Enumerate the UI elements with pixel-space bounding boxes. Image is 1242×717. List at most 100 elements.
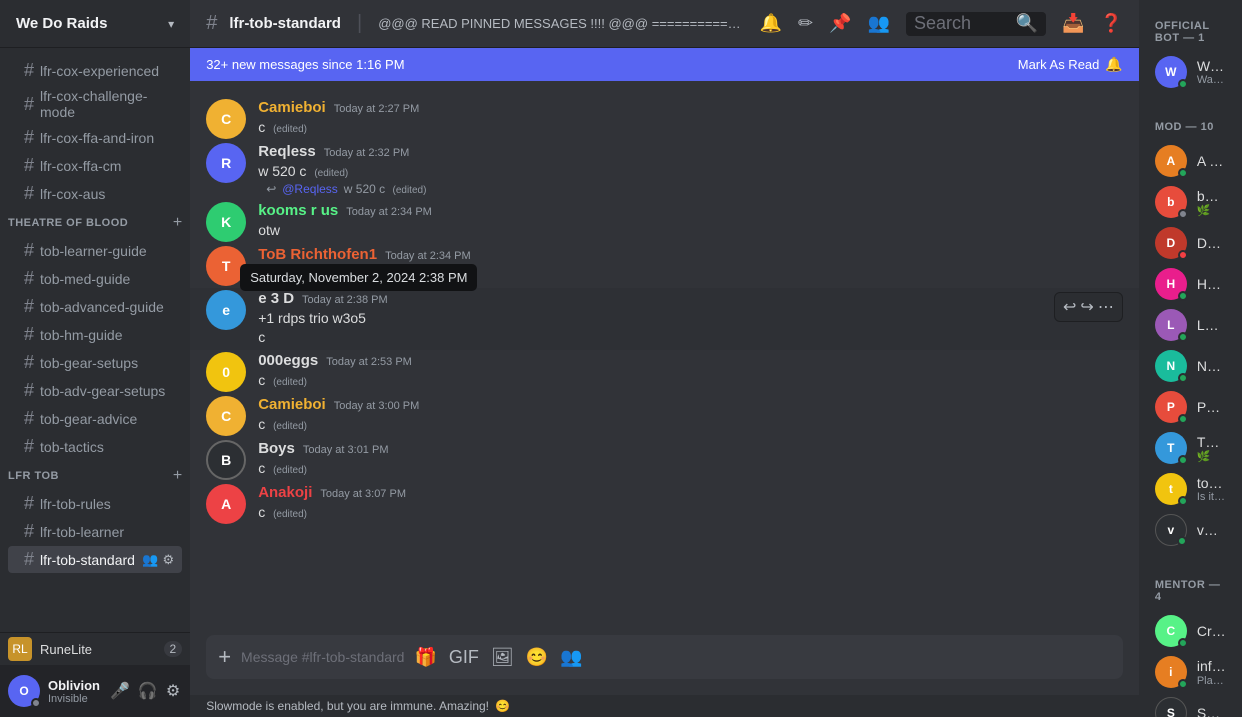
avatar: L [1155,309,1187,341]
add-attachment-button[interactable]: + [218,644,231,670]
pin-icon[interactable]: 📌 [829,13,851,34]
status-dot [1178,373,1188,383]
channel-tob-tactics[interactable]: # tob-tactics [8,433,182,460]
message-author[interactable]: Boys [258,440,295,457]
message-author[interactable]: Camieboi [258,99,326,116]
settings-gear-icon[interactable]: ⚙ [164,679,182,703]
more-action-icon[interactable]: ⋯ [1098,297,1114,317]
status-dot [1178,291,1188,301]
edit-icon[interactable]: ✏ [798,13,813,34]
member-neon-trek[interactable]: N Neon Trek [Mod/Ment... [1147,346,1234,386]
member-creeperbf[interactable]: C CreeperBF | A1rwolf [... [1147,611,1234,651]
member-name: A Hard Carry [Mod/T... [1197,153,1226,169]
message-author[interactable]: e 3 D [258,290,294,307]
member-pepsi-maxed[interactable]: P Pepsi Maxed [Mod/To... [1147,387,1234,427]
member-name: Pepsi Maxed [Mod/To... [1197,399,1226,415]
mark-read-button[interactable]: Mark As Read [1018,57,1100,72]
member-help-me-rng[interactable]: H Help Me RNG [Mod/... [1147,264,1234,304]
headphone-icon[interactable]: 🎧 [136,679,160,703]
gift-icon[interactable]: 🎁 [414,647,436,668]
message-timestamp: Today at 2:34 PM [385,250,471,262]
members-category-mentor: MENTOR — 4 [1147,575,1234,607]
status-dot [1178,332,1188,342]
help-icon[interactable]: ❓ [1100,13,1122,34]
message-author[interactable]: Anakoji [258,484,312,501]
member-name: Snake IX [CoX Ment... [1197,705,1226,717]
server-header[interactable]: We Do Raids ▾ [0,0,190,48]
settings-icon[interactable]: ⚙ [163,552,175,568]
member-inferno-kc[interactable]: i inferno kc [CoX Ment... Playing RuneLi… [1147,652,1234,692]
member-snake-ix[interactable]: S Snake IX [CoX Ment... [1147,693,1234,717]
member-bdk[interactable]: b bdk [Mod/Mentor] 🌿 [1147,182,1234,222]
status-dot [1178,638,1188,648]
member-docyen[interactable]: D DocYen [Mod] [1147,223,1234,263]
channel-lfr-tob-standard[interactable]: # lfr-tob-standard 👥 ⚙ [8,546,182,573]
member-info: vw [Admin] [1197,522,1226,538]
message-content: Anakoji Today at 3:07 PM c (edited) [258,484,1123,524]
channel-lfr-cox-ffa-cm[interactable]: # lfr-cox-ffa-cm [8,152,182,179]
channel-tob-hm-guide[interactable]: # tob-hm-guide [8,321,182,348]
channel-tob-advanced-guide[interactable]: # tob-advanced-guide [8,293,182,320]
runelite-bar[interactable]: RL RuneLite 2 [0,632,190,665]
sticker-icon[interactable]: 🖼 [491,647,514,668]
category-add-icon[interactable]: + [173,214,182,232]
member-lagado[interactable]: L Lagado [Mod] [1147,305,1234,345]
search-bar[interactable]: Search 🔍 [906,12,1046,36]
channel-lfr-cox-aus[interactable]: # lfr-cox-aus [8,180,182,207]
forward-action-icon[interactable]: ↪ [1080,297,1093,317]
category-lfr-tob[interactable]: LFR TOB + [0,461,190,489]
channel-lfr-cox-challenge-mode[interactable]: # lfr-cox-challenge-mode [8,85,182,123]
channel-tob-gear-advice[interactable]: # tob-gear-advice [8,405,182,432]
reply-action-icon[interactable]: ↩ [1063,297,1076,317]
channel-lfr-cox-ffa-and-iron[interactable]: # lfr-cox-ffa-and-iron [8,124,182,151]
inbox-icon[interactable]: 📥 [1062,13,1084,34]
avatar: R [206,143,246,183]
channel-lfr-tob-rules[interactable]: # lfr-tob-rules [8,490,182,517]
member-wdr-bot[interactable]: W WDR Bot APP Watching !modmail for repo… [1147,52,1234,92]
header-icons: 🔔 ✏ 📌 👥 Search 🔍 📥 ❓ [760,12,1123,36]
gif-icon[interactable]: GIF [449,647,479,668]
message-author[interactable]: Reqless [258,143,316,160]
emoji-icon[interactable]: 😊 [526,647,548,668]
member-info: Snake IX [CoX Ment... [1197,705,1226,717]
message-text: c (edited) [258,459,1123,479]
slowmode-bar: Slowmode is enabled, but you are immune.… [190,695,1139,717]
message-timestamp: Today at 2:38 PM [302,294,388,306]
member-name: vw [Admin] [1197,522,1226,538]
channel-tob-learner-guide[interactable]: # tob-learner-guide [8,237,182,264]
new-messages-banner[interactable]: 32+ new messages since 1:16 PM Mark As R… [190,48,1139,81]
microphone-icon[interactable]: 🎤 [108,679,132,703]
message-text: c (edited) [258,503,1123,523]
member-thisaint-wow[interactable]: T ThisAint-Wow [Mod] 🌿 [1147,428,1234,468]
channel-tob-adv-gear-setups[interactable]: # tob-adv-gear-setups [8,377,182,404]
member-toy-owner[interactable]: t toy Owner [Mod] Is it heaven up there? [1147,469,1234,509]
message-author[interactable]: Camieboi [258,396,326,413]
reply-reference: ↩ @Reqless w 520 c (edited) [258,182,1123,196]
members-list-icon[interactable]: 👥 [868,13,890,34]
channel-lfr-tob-learner[interactable]: # lfr-tob-learner [8,518,182,545]
user-status: Invisible [48,693,100,705]
messages-container[interactable]: C Camieboi Today at 2:27 PM c (edited) R… [190,81,1139,635]
table-row: R Reqless Today at 2:32 PM w 520 c (edit… [190,141,1139,200]
bell-icon: 🔔 [1105,56,1122,73]
message-author[interactable]: kooms r us [258,202,338,219]
channel-tob-gear-setups[interactable]: # tob-gear-setups [8,349,182,376]
category-tob[interactable]: THEATRE OF BLOOD + [0,208,190,236]
member-vw-admin[interactable]: v vw [Admin] [1147,510,1234,550]
channel-lfr-cox-experienced[interactable]: # lfr-cox-experienced [8,57,182,84]
table-row: e e 3 D Today at 2:38 PM +1 rdps trio w3… [190,288,1139,350]
message-author[interactable]: ToB Richthofen1 [258,246,377,263]
message-input[interactable]: Message #lfr-tob-standard [241,649,404,665]
message-author[interactable]: 000eggs [258,352,318,369]
message-content: e 3 D Today at 2:38 PM +1 rdps trio w3o5… [258,290,1123,348]
member-status: 🌿 [1197,204,1226,217]
mute-icon[interactable]: 🔔 [760,13,782,34]
category-add-icon[interactable]: + [173,467,182,485]
banner-text: 32+ new messages since 1:16 PM [206,57,1018,72]
member-a-hard-carry[interactable]: A A Hard Carry [Mod/T... [1147,141,1234,181]
member-name: inferno kc [CoX Ment... [1197,658,1226,674]
channel-tob-med-guide[interactable]: # tob-med-guide [8,265,182,292]
people-icon[interactable]: 👥 [560,647,582,668]
runelite-count: 2 [164,641,183,657]
hash-icon: # [24,493,34,514]
